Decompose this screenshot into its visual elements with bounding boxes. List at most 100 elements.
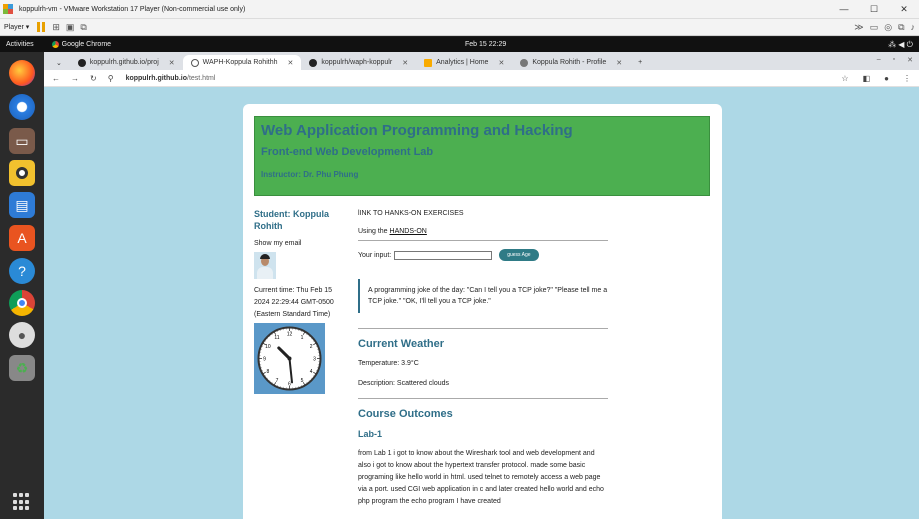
app-name: Google Chrome [61,41,112,48]
tab-label: koppulrh.github.io/proj [89,59,159,66]
joke-box: A programming joke of the day: "Can I te… [358,279,608,313]
send-ctrl-alt-del-icon[interactable]: ⊞ [52,22,60,33]
system-clock[interactable]: Feb 15 22:29 [465,41,506,48]
tab-search-button[interactable]: ⌄ [48,55,70,70]
chrome-dock-icon[interactable] [9,290,35,316]
restore-chrome-icon[interactable]: ▫ [893,56,895,64]
side-panel-icon[interactable]: ◧ [863,74,871,83]
trash-icon[interactable]: ♻ [9,355,35,381]
tab-label: WAPH-Koppula Rohithh [202,59,278,66]
ubuntu-dock: ▭ ▤ A ? ● ♻ [0,52,44,519]
clock-numeral: 11 [274,335,279,341]
minimize-chrome-icon[interactable]: – [877,56,881,64]
activities-button[interactable]: Activities [6,41,34,48]
close-tab-icon[interactable]: ✕ [287,59,293,67]
user-input-field[interactable] [394,250,493,260]
forward-icon[interactable]: → [71,74,79,83]
tab-0[interactable]: koppulrh.github.io/proj ✕ [70,55,183,70]
files-icon[interactable]: ▭ [9,128,35,154]
tab-label: Analytics | Home [436,59,489,66]
close-tab-icon[interactable]: ✕ [402,59,408,67]
course-outcomes-heading: Course Outcomes [358,408,453,420]
rhythmbox-icon[interactable] [9,160,35,186]
reload-icon[interactable]: ↻ [90,74,97,83]
app-menu[interactable]: Google Chrome [51,41,112,48]
pause-icon[interactable] [37,22,46,32]
bookmark-star-icon[interactable]: ☆ [841,74,848,83]
close-button[interactable]: ✕ [889,0,919,19]
system-tray-icon[interactable]: ⁂ ◀ ⏻ [888,40,913,50]
show-email-toggle[interactable]: Show my email [254,240,346,247]
tab-1[interactable]: WAPH-Koppula Rohithh ✕ [182,55,302,70]
temperature-text: Temperature: 3.9°C [358,360,419,367]
app-center-icon[interactable]: A [9,225,35,251]
header-banner: Web Application Programming and Hacking … [254,116,710,196]
vmware-window-title: koppulrh-vm - VMware Workstation 17 Play… [19,5,246,13]
device-icon[interactable]: ▭ [870,22,879,33]
url-path: /test.html [187,74,216,82]
page-viewport: Web Application Programming and Hacking … [44,87,919,519]
tab-3[interactable]: Analytics | Home ✕ [416,55,512,70]
github-icon [309,58,318,67]
tab-label: koppulrh/waph-koppulr [321,59,393,66]
close-tab-icon[interactable]: ✕ [616,59,622,67]
globe-icon [190,58,199,67]
input-label: Your input: [358,251,392,259]
minimize-button[interactable]: — [829,0,859,19]
clock-numeral: 1 [301,335,304,341]
help-icon[interactable]: ? [9,258,35,284]
url-field[interactable]: koppulrh.github.io/test.html [126,75,216,82]
close-tab-icon[interactable]: ✕ [498,59,504,67]
fullscreen-icon[interactable]: ⧉ [80,22,86,33]
sound-icon[interactable]: ♪ [911,22,916,33]
sidebar: Student: Koppula Rohith Show my email Cu… [254,208,346,394]
writer-icon[interactable]: ▤ [9,192,35,218]
chrome-icon [51,41,59,48]
guess-age-button[interactable]: guess Age [499,249,539,261]
back-icon[interactable]: ← [52,74,60,83]
clock-numeral: 7 [276,378,279,384]
main-content: lINK TO HANKS-ON EXERCISES Using the HAN… [358,210,608,508]
gnome-top-bar: Activities Google Chrome Feb 15 22:29 ⁂ … [0,37,919,52]
forward-icon[interactable]: ≫ [854,22,863,33]
thunderbird-icon[interactable] [9,94,35,120]
player-menu[interactable]: Player ▾ [4,23,29,31]
analog-clock: 1 2 3 4 5 6 7 8 9 10 11 12 [254,323,325,394]
student-name: Student: Koppula Rohith [254,209,329,231]
clock-numeral: 5 [301,378,304,384]
close-tab-icon[interactable]: ✕ [169,59,175,67]
time-line: Current time: Thu Feb 15 [254,287,333,294]
close-chrome-icon[interactable]: ✕ [907,56,913,64]
new-tab-button[interactable]: + [630,55,650,70]
divider [358,240,608,241]
clock-numeral: 8 [266,369,269,375]
unity-icon[interactable]: ▣ [66,22,75,33]
menu-icon[interactable]: ⋮ [903,74,911,83]
site-info-icon[interactable]: ⚲ [108,74,114,83]
firefox-icon[interactable] [9,60,35,86]
instructor-label: Instructor: Dr. Phu Phung [261,170,359,179]
lab1-heading: Lab-1 [358,429,383,439]
disc-icon[interactable]: ● [9,322,35,348]
page-title: Web Application Programming and Hacking [261,122,573,139]
show-apps-icon[interactable] [13,493,31,511]
network-icon[interactable]: ◎ [884,22,892,33]
student-photo [254,252,276,279]
clock-numeral: 12 [287,332,293,338]
usb-icon[interactable]: ⧉ [898,22,904,33]
divider [358,398,608,399]
profile-icon [520,58,529,67]
tab-strip: ⌄ koppulrh.github.io/proj ✕ WAPH-Koppula … [44,52,919,70]
link-intro: lINK TO HANKS-ON EXERCISES [358,210,464,217]
tab-4[interactable]: Koppula Rohith - Profile ✕ [512,55,630,70]
tab-label: Koppula Rohith - Profile [532,59,607,66]
profile-avatar-icon[interactable]: ● [884,74,889,83]
clock-face: 123456789101112 [257,326,322,391]
current-time: Current time: Thu Feb 15 2024 22:29:44 G… [254,285,346,321]
vmware-logo-icon [3,4,15,14]
tab-2[interactable]: koppulrh/waph-koppulr ✕ [301,55,416,70]
weather-heading: Current Weather [358,338,444,350]
maximize-button[interactable]: ☐ [859,0,889,19]
github-icon [77,58,86,67]
hands-on-link[interactable]: HANDS-ON [390,228,427,235]
